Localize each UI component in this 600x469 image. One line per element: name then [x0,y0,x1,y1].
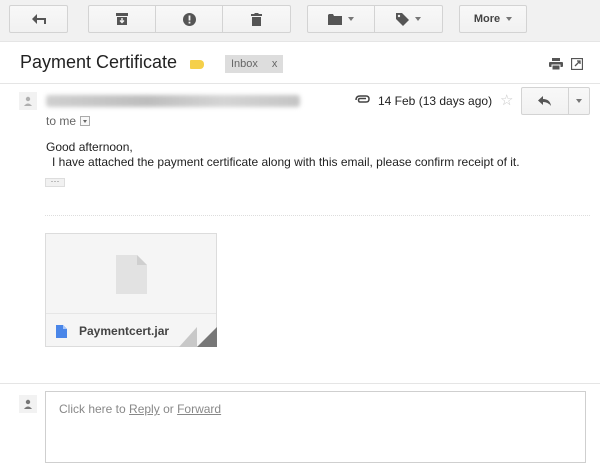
chevron-down-icon [83,119,88,123]
move-label-group [307,5,443,33]
labels-button[interactable] [374,5,443,33]
print-icon[interactable] [549,58,563,70]
reply-prompt-prefix: Click here to [59,402,126,416]
inbox-label-badge[interactable]: Inbox x [225,55,284,73]
archive-button[interactable] [88,5,156,33]
divider [0,383,600,384]
page-corner [197,327,217,347]
avatar [19,92,37,110]
attachment-preview [46,234,216,312]
trash-icon [251,12,262,26]
avatar [19,395,37,413]
arrow-left-icon [31,14,46,24]
chevron-down-icon [506,17,513,21]
person-icon [24,96,32,106]
chevron-down-icon [348,17,354,21]
attachment-separator [45,215,590,216]
quick-reply-box[interactable]: Click here to Reply or Forward [45,391,586,463]
remove-label-button[interactable]: x [272,58,278,70]
reply-button[interactable] [521,87,569,115]
label-tag-icon[interactable] [190,60,204,69]
more-button[interactable]: More [459,5,527,33]
paperclip-icon [355,95,370,103]
toolbar: More [0,0,600,42]
reply-prompt: Click here to Reply or Forward [59,402,221,416]
move-to-button[interactable] [307,5,375,33]
folder-icon [328,13,342,25]
archive-icon [116,13,128,25]
reply-prompt-or: or [163,402,174,416]
tag-icon [396,12,409,26]
recipient-label: to me [46,114,77,128]
email-subject: Payment Certificate [20,52,178,72]
attachment-card[interactable]: Paymentcert.jar [45,233,217,347]
report-spam-button[interactable] [155,5,223,33]
back-button[interactable] [9,5,68,33]
chevron-down-icon [576,99,582,103]
greeting-text: Good afternoon, [46,140,133,154]
show-details-button[interactable] [80,116,91,126]
new-window-icon[interactable] [571,58,583,70]
forward-link[interactable]: Forward [177,402,221,416]
more-label: More [473,13,501,25]
report-spam-icon [182,12,196,26]
delete-button[interactable] [222,5,291,33]
recipient-line: to me [46,114,91,128]
reply-icon [538,96,551,106]
message-body: Good afternoon, I have attached the paym… [46,140,520,170]
document-icon [116,255,147,294]
body-text: I have attached the payment certificate … [52,155,520,169]
divider [0,83,600,84]
reply-button-group [521,87,590,115]
person-icon [24,399,32,409]
sender-name-redacted[interactable] [46,95,300,107]
action-button-group [88,5,291,33]
file-icon [56,325,67,338]
attachment-filename: Paymentcert.jar [79,324,170,338]
show-trimmed-content-button[interactable]: ··· [45,177,65,187]
chevron-down-icon [415,17,421,21]
message-date[interactable]: 14 Feb (13 days ago) [378,94,492,108]
star-icon[interactable]: ☆ [500,91,513,109]
reply-link[interactable]: Reply [129,402,160,416]
inbox-label: Inbox [231,58,258,70]
reply-more-button[interactable] [568,87,590,115]
page-fold [179,327,197,347]
